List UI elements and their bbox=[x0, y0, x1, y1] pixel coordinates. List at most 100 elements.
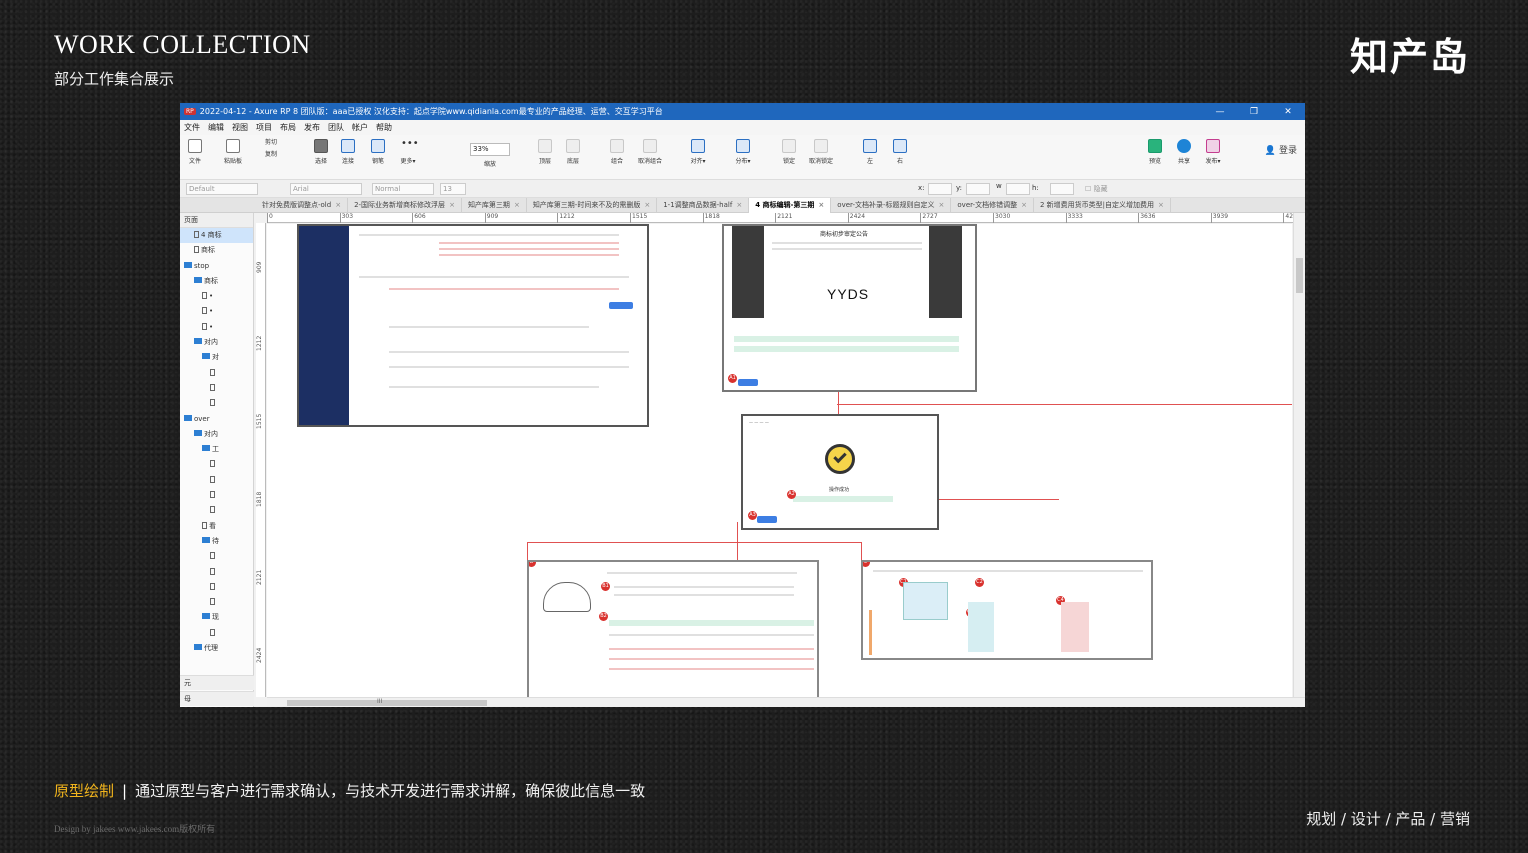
preview-button[interactable]: 预览 bbox=[1142, 139, 1168, 165]
tree-item[interactable]: 4 商标 bbox=[180, 228, 253, 244]
wireframe-admin-page[interactable] bbox=[297, 224, 649, 427]
tab-close-icon[interactable]: × bbox=[1158, 201, 1164, 209]
w-input[interactable] bbox=[1006, 183, 1030, 195]
tab-close-icon[interactable]: × bbox=[818, 201, 824, 209]
design-canvas[interactable]: 商标初步审定公告 YYDS A1 — — — — 操作成功 A2 A3 B B1… bbox=[267, 224, 1292, 697]
clipboard-button[interactable]: 粘贴板 bbox=[220, 139, 246, 165]
tree-item[interactable] bbox=[180, 503, 253, 518]
login-button[interactable]: 👤 登录 bbox=[1265, 143, 1297, 156]
tab-2[interactable]: 知产库第三期 × bbox=[462, 197, 527, 213]
close-button[interactable]: ✕ bbox=[1271, 107, 1305, 117]
lock-button[interactable]: 锁定 bbox=[776, 139, 802, 165]
tab-5[interactable]: 4 商标编辑-第三期 × bbox=[749, 197, 832, 213]
wireframe-button[interactable] bbox=[738, 379, 758, 386]
h-input[interactable] bbox=[1050, 183, 1074, 195]
tree-item[interactable]: 工 bbox=[180, 442, 253, 457]
connect-button[interactable]: 连接 bbox=[335, 139, 361, 165]
menu-publish[interactable]: 发布 bbox=[304, 122, 320, 133]
tab-close-icon[interactable]: × bbox=[449, 201, 455, 209]
tree-item[interactable] bbox=[180, 396, 253, 411]
more-button[interactable]: ••• 更多▾ bbox=[395, 139, 421, 166]
tab-close-icon[interactable]: × bbox=[939, 201, 945, 209]
tab-close-icon[interactable]: × bbox=[1021, 201, 1027, 209]
tree-item[interactable]: 代理 bbox=[180, 641, 253, 656]
tree-item[interactable]: 现 bbox=[180, 610, 253, 625]
tree-item[interactable]: 商标 bbox=[180, 243, 253, 258]
wireframe-trademark-detail[interactable]: B B1 B2 bbox=[527, 560, 819, 697]
scroll-thumb[interactable] bbox=[287, 700, 487, 706]
maximize-button[interactable]: ❐ bbox=[1237, 107, 1271, 117]
menu-view[interactable]: 视图 bbox=[232, 122, 248, 133]
tab-1[interactable]: 2-国际业务新增商标修改浮层 × bbox=[348, 197, 462, 213]
file-button[interactable]: 文件 bbox=[182, 139, 208, 165]
tree-item[interactable] bbox=[180, 366, 253, 381]
select-button[interactable]: 选择 bbox=[308, 139, 334, 165]
tree-item[interactable]: 对 bbox=[180, 350, 253, 365]
menu-project[interactable]: 项目 bbox=[256, 122, 272, 133]
menu-help[interactable]: 帮助 bbox=[376, 122, 392, 133]
wireframe-trademark-list[interactable]: C C1 C2 C3 C4 bbox=[861, 560, 1153, 660]
wireframe-success-modal[interactable]: — — — — 操作成功 A2 A3 bbox=[741, 414, 939, 530]
tab-close-icon[interactable]: × bbox=[736, 201, 742, 209]
tree-item[interactable]: stop bbox=[180, 259, 253, 274]
distribute-button[interactable]: 分布▾ bbox=[730, 139, 756, 165]
hidden-checkbox[interactable]: ☐ 隐藏 bbox=[1085, 184, 1108, 194]
top-button[interactable]: 顶层 bbox=[532, 139, 558, 165]
tree-item[interactable]: 待 bbox=[180, 534, 253, 549]
menu-file[interactable]: 文件 bbox=[184, 122, 200, 133]
horizontal-scrollbar[interactable]: III bbox=[267, 697, 1305, 707]
tab-close-icon[interactable]: × bbox=[514, 201, 520, 209]
tree-item[interactable] bbox=[180, 580, 253, 595]
tree-item[interactable]: 看 bbox=[180, 519, 253, 534]
tree-item[interactable] bbox=[180, 457, 253, 472]
tab-6[interactable]: over-文档补录-标题规则自定义 × bbox=[831, 197, 952, 213]
tree-item[interactable]: over bbox=[180, 412, 253, 427]
tree-item[interactable] bbox=[180, 626, 253, 641]
unlock-button[interactable]: 取消锁定 bbox=[808, 139, 834, 165]
menu-edit[interactable]: 编辑 bbox=[208, 122, 224, 133]
tree-item[interactable] bbox=[180, 381, 253, 396]
share-button[interactable]: 共享 bbox=[1171, 139, 1197, 165]
cut-button[interactable]: 剪切 bbox=[258, 137, 284, 146]
group-button[interactable]: 组合 bbox=[604, 139, 630, 165]
scroll-thumb[interactable] bbox=[1296, 258, 1303, 293]
copy-button[interactable]: 复制 bbox=[258, 149, 284, 158]
tab-3[interactable]: 知产库第三期-时间来不及的需删版 × bbox=[527, 197, 658, 213]
zoom-select[interactable]: 33% bbox=[470, 143, 510, 156]
tree-item[interactable] bbox=[180, 595, 253, 610]
tree-item[interactable]: • bbox=[180, 320, 253, 335]
tab-close-icon[interactable]: × bbox=[335, 201, 341, 209]
tree-item[interactable] bbox=[180, 565, 253, 580]
menu-account[interactable]: 帐户 bbox=[352, 122, 368, 133]
tab-8[interactable]: 2 新增费用货币类型|自定义增加费用 × bbox=[1034, 197, 1171, 213]
align-button[interactable]: 对齐▾ bbox=[685, 139, 711, 165]
tree-item[interactable] bbox=[180, 473, 253, 488]
menu-team[interactable]: 团队 bbox=[328, 122, 344, 133]
minimize-button[interactable]: — bbox=[1203, 107, 1237, 117]
y-input[interactable] bbox=[966, 183, 990, 195]
publish-button[interactable]: 发布▾ bbox=[1200, 139, 1226, 165]
align-right-button[interactable]: 右 bbox=[887, 139, 913, 165]
tree-item[interactable] bbox=[180, 549, 253, 564]
font-size-select[interactable]: 13 bbox=[440, 183, 466, 195]
wireframe-button[interactable] bbox=[609, 302, 633, 309]
weight-select[interactable]: Normal bbox=[372, 183, 434, 195]
tree-item[interactable]: • bbox=[180, 304, 253, 319]
tab-4[interactable]: 1-1调整商品数据-half × bbox=[657, 197, 750, 213]
menu-layout[interactable]: 布局 bbox=[280, 122, 296, 133]
tree-item[interactable]: • bbox=[180, 289, 253, 304]
tree-item[interactable]: 商标 bbox=[180, 274, 253, 289]
bottom-button[interactable]: 底层 bbox=[560, 139, 586, 165]
tab-0[interactable]: 针对免费版调整点-old × bbox=[256, 197, 349, 213]
style-select[interactable]: Default bbox=[186, 183, 258, 195]
ungroup-button[interactable]: 取消组合 bbox=[637, 139, 663, 165]
align-left-button[interactable]: 左 bbox=[857, 139, 883, 165]
tree-item[interactable] bbox=[180, 488, 253, 503]
tree-item[interactable]: 对内 bbox=[180, 335, 253, 350]
x-input[interactable] bbox=[928, 183, 952, 195]
font-select[interactable]: Arial bbox=[290, 183, 362, 195]
wireframe-button[interactable] bbox=[757, 516, 777, 523]
pen-button[interactable]: 钢笔 bbox=[365, 139, 391, 165]
tree-item[interactable]: 对内 bbox=[180, 427, 253, 442]
tab-7[interactable]: over-文档修错调整 × bbox=[951, 197, 1034, 213]
